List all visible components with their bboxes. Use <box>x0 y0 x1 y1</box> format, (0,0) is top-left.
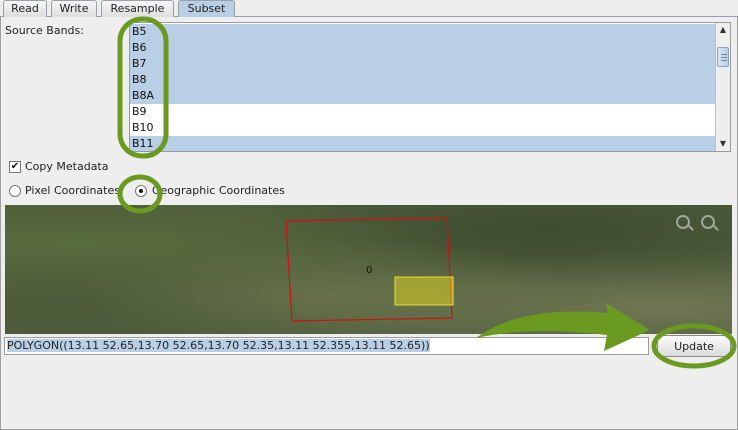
scroll-thumb[interactable] <box>717 47 729 67</box>
tab-bar: Read Write Resample Subset <box>0 0 738 18</box>
copy-metadata-label: Copy Metadata <box>25 160 109 173</box>
scroll-down-icon[interactable]: ▼ <box>716 137 730 151</box>
band-item[interactable]: B9 <box>130 104 716 120</box>
geographic-coordinates-radio[interactable] <box>135 185 147 197</box>
pixel-coordinates-label: Pixel Coordinates <box>25 184 120 197</box>
source-bands-list[interactable]: B5 B6 B7 B8 B8A B9 B10 B11 ▲ ▼ <box>129 22 731 152</box>
tab-resample[interactable]: Resample <box>101 0 174 17</box>
tab-read[interactable]: Read <box>3 0 47 17</box>
source-bands-label: Source Bands: <box>5 24 84 37</box>
band-item[interactable]: B10 <box>130 120 716 136</box>
tab-subset[interactable]: Subset <box>178 0 235 18</box>
band-item[interactable]: B6 <box>130 40 716 56</box>
band-item[interactable]: B8 <box>130 72 716 88</box>
zoom-in-icon[interactable] <box>676 215 690 229</box>
update-button[interactable]: Update <box>657 335 731 357</box>
band-item[interactable]: B8A <box>130 88 716 104</box>
zoom-out-icon[interactable] <box>701 215 715 229</box>
geographic-coordinates-label: Geographic Coordinates <box>152 184 285 197</box>
band-item[interactable]: B5 <box>130 24 716 40</box>
map-marker-label: 0 <box>366 265 373 276</box>
band-list-scrollbar[interactable]: ▲ ▼ <box>715 23 730 151</box>
wkt-geometry-field[interactable]: POLYGON((13.11 52.65,13.70 52.65,13.70 5… <box>4 337 649 355</box>
tab-write[interactable]: Write <box>51 0 97 17</box>
band-item[interactable]: B11 <box>130 136 716 151</box>
pixel-coordinates-radio[interactable] <box>9 185 21 197</box>
map-preview[interactable]: 0 <box>5 205 732 334</box>
selected-tile-highlight <box>394 276 454 306</box>
copy-metadata-checkbox[interactable]: ✔ <box>9 161 21 173</box>
band-item[interactable]: B7 <box>130 56 716 72</box>
scroll-up-icon[interactable]: ▲ <box>716 23 730 37</box>
wkt-geometry-text: POLYGON((13.11 52.65,13.70 52.65,13.70 5… <box>7 339 430 352</box>
